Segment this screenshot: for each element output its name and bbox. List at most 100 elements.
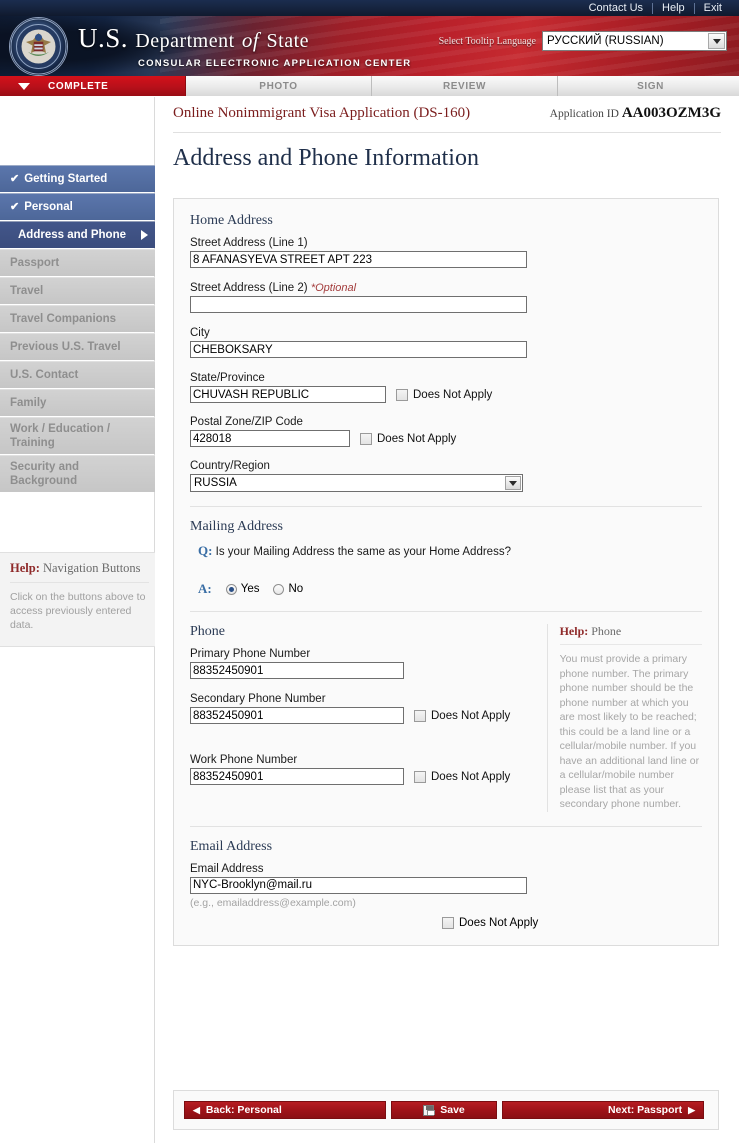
arrow-left-icon: ◀ (193, 1104, 200, 1115)
mailing-same-yes-radio[interactable] (225, 583, 237, 595)
postal-does-not-apply-checkbox[interactable]: Does Not Apply (360, 432, 456, 445)
chevron-down-icon[interactable] (505, 476, 521, 490)
street-address-line2-field: Street Address (Line 2) *Optional (190, 282, 702, 314)
tooltip-language-value: РУССКИЙ (RUSSIAN) (547, 35, 664, 47)
header-divider (173, 132, 721, 133)
primary-phone-label: Primary Phone Number (190, 648, 311, 660)
tab-sign[interactable]: SIGN (558, 76, 739, 96)
page-title: Address and Phone Information (173, 145, 479, 171)
sidebar-item-getting-started[interactable]: ✔ Getting Started (0, 165, 155, 192)
form-navigation-panel: ◀ Back: Personal Save Next: Passport ▶ (173, 1090, 719, 1130)
checkbox-icon[interactable] (360, 432, 372, 445)
sidebar-nav: ✔ Getting Started ✔ Personal Address and… (0, 165, 155, 493)
state-province-field: State/Province Does Not Apply (190, 372, 702, 403)
help-link[interactable]: Help (653, 0, 694, 16)
chevron-right-icon (141, 230, 148, 240)
country-region-value: RUSSIA (194, 477, 237, 489)
street-address-line1-input[interactable] (190, 251, 527, 269)
sidebar-item-family[interactable]: Family (0, 389, 155, 416)
sidebar-item-label: Travel Companions (10, 313, 117, 325)
question-marker: Q: (198, 543, 213, 558)
back-button-label: Back: Personal (205, 1104, 282, 1116)
sidebar: ✔ Getting Started ✔ Personal Address and… (0, 97, 160, 1143)
arrow-right-icon: ▶ (688, 1104, 695, 1115)
form-panel: Home Address Street Address (Line 1) Str… (173, 198, 719, 946)
sidebar-item-work-education-training[interactable]: Work / Education / Training (0, 417, 155, 454)
sidebar-item-label: Address and Phone (18, 229, 126, 241)
tab-review[interactable]: REVIEW (372, 76, 558, 96)
exit-link[interactable]: Exit (695, 0, 731, 16)
email-address-input[interactable] (190, 876, 527, 894)
phone-help-prefix: Help: (559, 624, 589, 638)
sidebar-item-passport[interactable]: Passport (0, 249, 155, 276)
site-banner: U.S. Department of State CONSULAR ELECTR… (0, 16, 739, 76)
save-disk-icon (423, 1104, 435, 1116)
sidebar-help-heading: Help: Navigation Buttons (10, 561, 149, 583)
tooltip-language-select[interactable]: РУССКИЙ (RUSSIAN) (542, 31, 727, 51)
next-button[interactable]: Next: Passport ▶ (502, 1101, 704, 1119)
country-region-select[interactable]: RUSSIA (190, 474, 523, 492)
brand-department: Department (135, 30, 235, 52)
progress-tabs: COMPLETE PHOTO REVIEW SIGN (0, 76, 739, 96)
postal-code-input[interactable] (190, 430, 350, 447)
sidebar-item-travel[interactable]: Travel (0, 277, 155, 304)
chevron-down-icon[interactable] (708, 33, 725, 49)
sidebar-item-previous-us-travel[interactable]: Previous U.S. Travel (0, 333, 155, 360)
primary-phone-input[interactable] (190, 662, 404, 680)
form-title: Online Nonimmigrant Visa Application (DS… (173, 105, 471, 121)
street-address-line1-label: Street Address (Line 1) (190, 237, 308, 249)
brand-of: of (241, 28, 260, 52)
checkbox-icon[interactable] (442, 916, 454, 929)
sidebar-item-travel-companions[interactable]: Travel Companions (0, 305, 155, 332)
phone-help-text: You must provide a primary phone number.… (559, 653, 700, 810)
state-province-input[interactable] (190, 386, 386, 403)
street-address-line2-input[interactable] (190, 296, 527, 314)
mailing-same-no-label: No (288, 583, 304, 595)
sidebar-item-label: Getting Started (24, 173, 108, 185)
save-button-label: Save (440, 1104, 465, 1116)
back-button[interactable]: ◀ Back: Personal (184, 1101, 386, 1119)
street-address-line1-field: Street Address (Line 1) (190, 237, 702, 269)
state-does-not-apply-checkbox[interactable]: Does Not Apply (396, 388, 492, 401)
city-input[interactable] (190, 341, 527, 359)
sidebar-item-label: Work / Education / Training (10, 423, 111, 449)
secondary-phone-does-not-apply-label: Does Not Apply (431, 709, 511, 722)
phone-help-panel: Help: Phone You must provide a primary p… (559, 624, 702, 812)
application-id-label: Application ID (549, 108, 619, 120)
secondary-phone-does-not-apply-checkbox[interactable]: Does Not Apply (414, 709, 511, 722)
sidebar-item-address-and-phone[interactable]: Address and Phone (0, 221, 155, 248)
sidebar-item-personal[interactable]: ✔ Personal (0, 193, 155, 220)
checkbox-icon[interactable] (396, 388, 408, 401)
section-divider (190, 506, 702, 507)
street-address-line2-label: Street Address (Line 2) *Optional (190, 282, 702, 294)
sidebar-help-text: Click on the buttons above to access pre… (10, 591, 146, 631)
phone-section-title: Phone (190, 624, 225, 639)
tab-complete-label: COMPLETE (48, 80, 109, 92)
sidebar-item-us-contact[interactable]: U.S. Contact (0, 361, 155, 388)
checkbox-icon[interactable] (414, 709, 426, 722)
sidebar-item-security-and-background[interactable]: Security and Background (0, 455, 155, 492)
work-phone-label: Work Phone Number (190, 754, 298, 766)
email-does-not-apply-checkbox[interactable]: Does Not Apply (442, 916, 702, 929)
phone-help-column: Help: Phone You must provide a primary p… (546, 624, 702, 812)
brand-subtitle: CONSULAR ELECTRONIC APPLICATION CENTER (138, 58, 412, 69)
home-address-section-title: Home Address (190, 213, 273, 228)
sidebar-help-topic: Navigation Buttons (42, 561, 141, 575)
utility-nav: Contact Us Help Exit (0, 0, 739, 16)
work-phone-does-not-apply-checkbox[interactable]: Does Not Apply (414, 770, 511, 783)
contact-us-link[interactable]: Contact Us (580, 0, 652, 16)
email-address-field: Email Address (e.g., emailaddress@exampl… (190, 863, 702, 929)
brand-us: U.S. (78, 23, 129, 53)
secondary-phone-field: Secondary Phone Number Does Not Apply (190, 693, 537, 724)
mailing-same-no-radio[interactable] (273, 583, 285, 595)
save-button[interactable]: Save (391, 1101, 497, 1119)
tab-complete[interactable]: COMPLETE (0, 76, 186, 96)
checkbox-icon[interactable] (414, 770, 426, 783)
work-phone-does-not-apply-label: Does Not Apply (431, 770, 511, 783)
secondary-phone-input[interactable] (190, 707, 404, 724)
postal-code-field: Postal Zone/ZIP Code Does Not Apply (190, 416, 702, 447)
mailing-address-question: Q: Is your Mailing Address the same as y… (198, 543, 702, 559)
tab-photo[interactable]: PHOTO (186, 76, 372, 96)
work-phone-input[interactable] (190, 768, 404, 785)
main-content: Online Nonimmigrant Visa Application (DS… (155, 97, 739, 1143)
